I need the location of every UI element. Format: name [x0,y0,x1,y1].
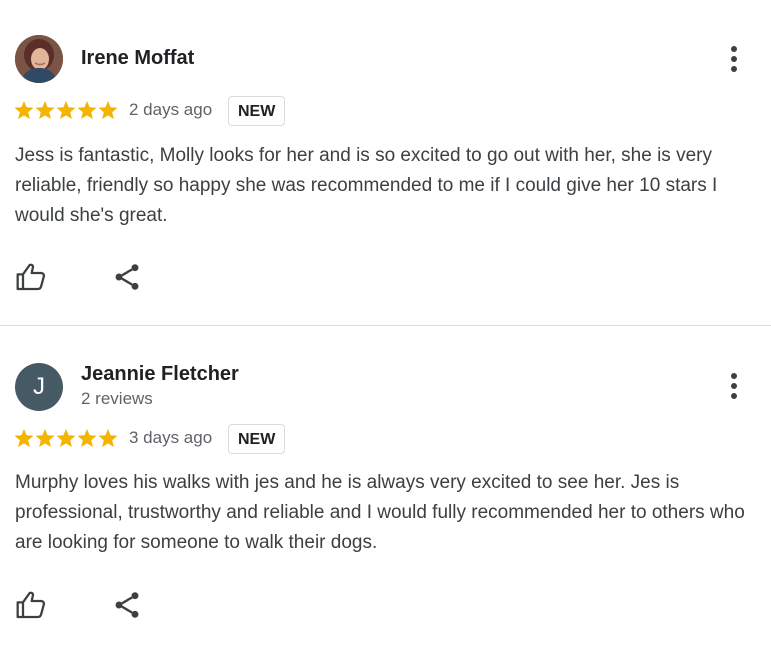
star-rating [14,427,118,449]
reviewer-avatar-letter[interactable]: J [15,363,63,411]
more-options-button[interactable] [722,44,746,74]
more-vert-icon-dot [731,46,737,52]
new-badge: NEW [228,424,286,454]
review-text: Jess is fantastic, Molly looks for her a… [15,145,718,226]
review-card: J Jeannie Fletcher 2 reviews 3 days ago … [0,327,771,652]
star-rating [14,99,118,121]
review-card: Irene Moffat 2 days ago NEW Jess is fant… [0,0,771,326]
five-star-icon [14,101,118,119]
more-vert-icon-dot [731,56,737,62]
share-button[interactable] [111,589,143,621]
person-photo-icon [15,35,63,83]
review-date: 3 days ago [129,428,213,447]
review-date: 2 days ago [129,100,213,119]
more-options-button[interactable] [722,371,746,401]
reviewer-review-count[interactable]: 2 reviews [81,389,153,409]
share-icon [115,592,139,618]
thumb-up-icon [16,591,46,619]
thumb-up-icon [16,263,46,291]
share-button[interactable] [111,261,143,293]
more-vert-icon-dot [731,373,737,379]
reviewer-name[interactable]: Jeannie Fletcher [81,363,239,386]
new-badge: NEW [228,96,286,126]
review-text: Murphy loves his walks with jes and he i… [15,472,745,553]
like-button[interactable] [15,261,47,293]
reviewer-avatar-photo[interactable] [15,35,63,83]
five-star-icon [14,429,118,447]
like-button[interactable] [15,589,47,621]
more-vert-icon-dot [731,383,737,389]
more-vert-icon-dot [731,66,737,72]
review-divider [0,325,771,326]
more-vert-icon-dot [731,393,737,399]
share-icon [115,264,139,290]
reviewer-name[interactable]: Irene Moffat [81,47,194,70]
